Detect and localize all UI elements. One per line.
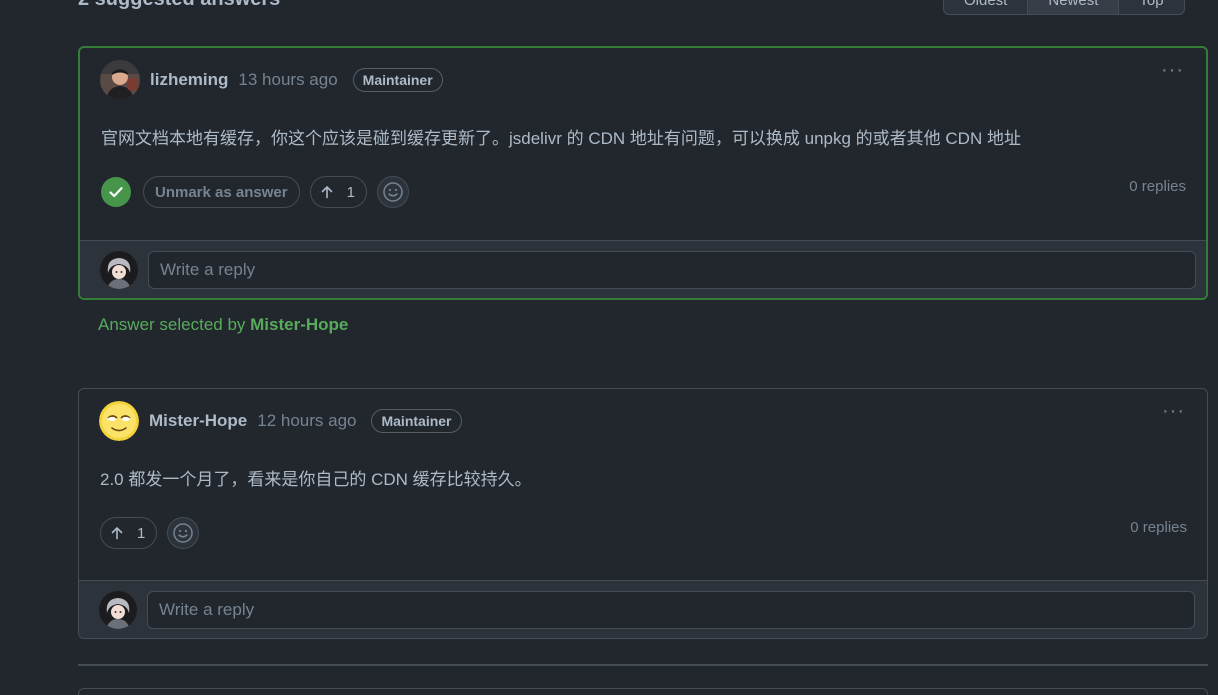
upvote-button[interactable]: 1 <box>309 176 367 208</box>
next-card <box>78 688 1208 695</box>
answer-card: Mister-Hope 12 hours ago Maintainer ··· … <box>78 388 1208 639</box>
sort-oldest-button[interactable]: Oldest <box>944 0 1029 14</box>
sort-newest-button[interactable]: Newest <box>1028 0 1120 14</box>
section-divider <box>78 664 1208 666</box>
answer-selected-user-link[interactable]: Mister-Hope <box>250 315 348 334</box>
arrow-up-icon <box>111 527 123 540</box>
timestamp[interactable]: 13 hours ago <box>238 70 337 90</box>
maintainer-badge: Maintainer <box>371 409 462 433</box>
discussion-answers: 2 suggested answers Oldest Newest Top <box>0 0 1218 695</box>
current-user-avatar <box>99 591 137 629</box>
accepted-check-icon <box>101 177 131 207</box>
add-reaction-button[interactable] <box>167 517 200 549</box>
author-avatar[interactable] <box>99 401 139 441</box>
more-options-icon[interactable]: ··· <box>1162 401 1185 421</box>
unmark-answer-button[interactable]: Unmark as answer <box>143 176 300 208</box>
answer-selected-prefix: Answer selected by <box>98 315 251 334</box>
arrow-up-icon <box>321 186 332 199</box>
answer-selected-note: Answer selected by Mister-Hope <box>98 315 348 335</box>
reply-input[interactable] <box>147 591 1195 629</box>
author-name[interactable]: Mister-Hope <box>149 411 247 431</box>
reply-input[interactable] <box>148 251 1196 289</box>
author-avatar[interactable] <box>100 60 140 100</box>
add-reaction-button[interactable] <box>376 176 409 208</box>
upvote-count: 1 <box>137 524 146 542</box>
replies-count: 0 replies <box>1130 519 1187 536</box>
answer-body: 2.0 都发一个月了，看来是你自己的 CDN 缓存比较持久。 <box>100 470 532 489</box>
answers-heading: 2 suggested answers <box>78 0 280 11</box>
author-name[interactable]: lizheming <box>150 70 228 90</box>
more-options-icon[interactable]: ··· <box>1161 60 1184 80</box>
smiley-icon <box>173 523 194 543</box>
timestamp[interactable]: 12 hours ago <box>257 411 356 431</box>
current-user-avatar <box>100 251 138 289</box>
sort-toggle: Oldest Newest Top <box>943 0 1185 15</box>
replies-count: 0 replies <box>1129 178 1186 195</box>
smiley-icon <box>383 182 403 202</box>
maintainer-badge: Maintainer <box>352 68 443 92</box>
upvote-count: 1 <box>346 183 355 201</box>
answer-card-accepted: lizheming 13 hours ago Maintainer ··· 官网… <box>78 46 1208 300</box>
answer-body: 官网文档本地有缓存，你这个应该是碰到缓存更新了。jsdelivr 的 CDN 地… <box>101 129 1021 148</box>
sort-top-button[interactable]: Top <box>1119 0 1183 14</box>
upvote-button[interactable]: 1 <box>100 517 158 549</box>
